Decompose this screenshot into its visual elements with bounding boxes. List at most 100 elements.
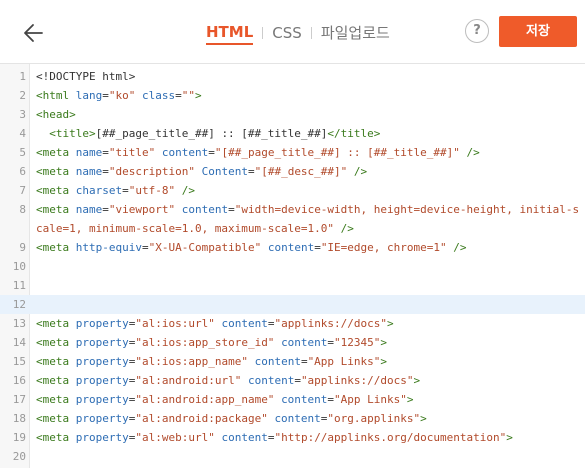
code-line[interactable]: 18 <meta property="al:android:package" co… xyxy=(0,409,585,428)
code-token: name xyxy=(75,146,103,159)
code-token: "al:ios:app_name" xyxy=(135,355,248,368)
code-line[interactable]: 19 <meta property="al:web:url" content="h… xyxy=(0,428,585,447)
code-text: <meta property="al:android:url" content=… xyxy=(36,371,581,390)
code-line[interactable]: 20 xyxy=(0,447,585,466)
tab-divider xyxy=(310,27,312,39)
code-line[interactable]: 10 xyxy=(0,257,585,276)
code-line[interactable]: 2 <html lang="ko" class=""> xyxy=(0,86,585,105)
code-token: "applinks://docs" xyxy=(300,374,414,387)
code-token: property xyxy=(75,431,129,444)
code-line[interactable]: 8 <meta name="viewport" content="width=de… xyxy=(0,200,585,238)
code-token: > xyxy=(387,317,394,330)
code-token: /> xyxy=(353,165,368,178)
code-token: "" xyxy=(181,89,195,102)
code-token: <meta xyxy=(36,146,76,159)
code-token: <meta xyxy=(36,184,76,197)
line-number: 20 xyxy=(12,450,26,463)
line-number: 11 xyxy=(12,279,26,292)
code-line[interactable]: 6 <meta name="description" Content="[##_d… xyxy=(0,162,585,181)
code-line[interactable]: 1 <!DOCTYPE html> xyxy=(0,67,585,86)
code-text: <title>[##_page_title_##] :: [##_title_#… xyxy=(36,124,581,143)
code-token: > xyxy=(506,431,513,444)
code-token: <title> xyxy=(49,127,96,140)
tab-html[interactable]: HTML xyxy=(206,21,254,45)
editor-header: HTML CSS 파일업로드 ? 저장 xyxy=(0,0,585,64)
code-token: "al:android:url" xyxy=(135,374,242,387)
code-token: content xyxy=(281,336,328,349)
code-token: content xyxy=(254,355,301,368)
code-line[interactable]: 3 <head> xyxy=(0,105,585,124)
code-token: = xyxy=(122,184,129,197)
code-token: > xyxy=(406,393,414,406)
code-token: = xyxy=(314,241,321,254)
code-line[interactable]: 12 xyxy=(0,295,585,314)
code-token: = xyxy=(102,203,109,216)
code-token: "al:android:app_name" xyxy=(135,393,275,406)
code-token: <meta xyxy=(36,393,76,406)
code-token: = xyxy=(208,146,215,159)
line-number: 2 xyxy=(19,89,26,102)
help-button[interactable]: ? xyxy=(465,19,489,43)
line-number: 10 xyxy=(12,260,26,273)
code-token: "http://applinks.org/documentation" xyxy=(274,431,507,444)
code-token: <meta xyxy=(36,374,76,387)
code-token: = xyxy=(175,89,182,102)
code-token: property xyxy=(75,317,129,330)
code-line[interactable]: 17 <meta property="al:android:app_name" c… xyxy=(0,390,585,409)
code-line[interactable]: 15 <meta property = "al:ios:app_name" conte… xyxy=(0,352,585,371)
code-token: = xyxy=(102,146,109,159)
line-number: 17 xyxy=(12,393,26,406)
code-token: "12345" xyxy=(334,336,381,349)
code-line[interactable]: 5 <meta name="title" content="[##_page_ti… xyxy=(0,143,585,162)
code-line[interactable]: 9 <meta http-equiv="X-UA-Compatible" cont… xyxy=(0,238,585,257)
code-token: [##_page_title_##] :: [##_title_##] xyxy=(95,127,328,140)
save-button[interactable]: 저장 xyxy=(499,16,577,47)
code-line[interactable]: 4 <title>[##_page_title_##] :: [##_title… xyxy=(0,124,585,143)
arrow-left-icon xyxy=(24,24,43,42)
code-token: Content xyxy=(201,165,248,178)
code-token: content xyxy=(247,374,295,387)
tab-divider xyxy=(262,27,264,39)
code-token: > xyxy=(195,89,202,102)
code-token: class xyxy=(142,89,176,102)
code-token: content xyxy=(221,431,268,444)
code-token: = xyxy=(300,355,308,368)
code-editor[interactable]: 1 <!DOCTYPE html> 2 <html lang="ko" class="… xyxy=(0,64,585,468)
code-token: "al:ios:app_store_id" xyxy=(135,336,275,349)
code-text: <meta name="title" content="[##_page_tit… xyxy=(36,143,581,162)
code-token: content xyxy=(161,146,209,159)
code-text: <meta property="al:android:package" cont… xyxy=(36,409,581,428)
code-token: property xyxy=(75,355,129,368)
code-line[interactable]: 16 <meta property = "al:android:url" conten… xyxy=(0,371,585,390)
back-button[interactable] xyxy=(20,18,50,48)
code-token: <meta xyxy=(36,355,76,368)
code-token: > xyxy=(413,374,421,387)
code-text: <meta http-equiv="X-UA-Compatible" conte… xyxy=(36,238,581,257)
code-token: /> xyxy=(466,146,480,159)
line-number: 1 xyxy=(19,70,26,83)
code-token: "description" xyxy=(108,165,195,178)
code-text: <meta property="al:android:app_name" con… xyxy=(36,390,581,409)
code-token: = xyxy=(102,89,109,102)
code-line[interactable]: 7 <meta charset="utf-8" /> xyxy=(0,181,585,200)
tab-css[interactable]: CSS xyxy=(272,22,302,44)
code-token: "viewport" xyxy=(108,203,176,216)
code-token: property xyxy=(75,374,129,387)
code-token: "[##_desc_##]" xyxy=(254,165,348,178)
code-line[interactable]: 11 xyxy=(0,276,585,295)
code-token: <meta xyxy=(36,203,76,216)
code-line[interactable]: 14 <meta property="al:ios:app_store_id" c… xyxy=(0,333,585,352)
code-token: "al:ios:url" xyxy=(135,317,215,330)
tab-file-upload[interactable]: 파일업로드 xyxy=(321,22,390,44)
code-line[interactable]: 13 <meta property="al:ios:url" content="a… xyxy=(0,314,585,333)
code-token: "ko" xyxy=(108,89,136,102)
code-token: > xyxy=(380,355,388,368)
code-text: <!DOCTYPE html> xyxy=(36,67,581,86)
